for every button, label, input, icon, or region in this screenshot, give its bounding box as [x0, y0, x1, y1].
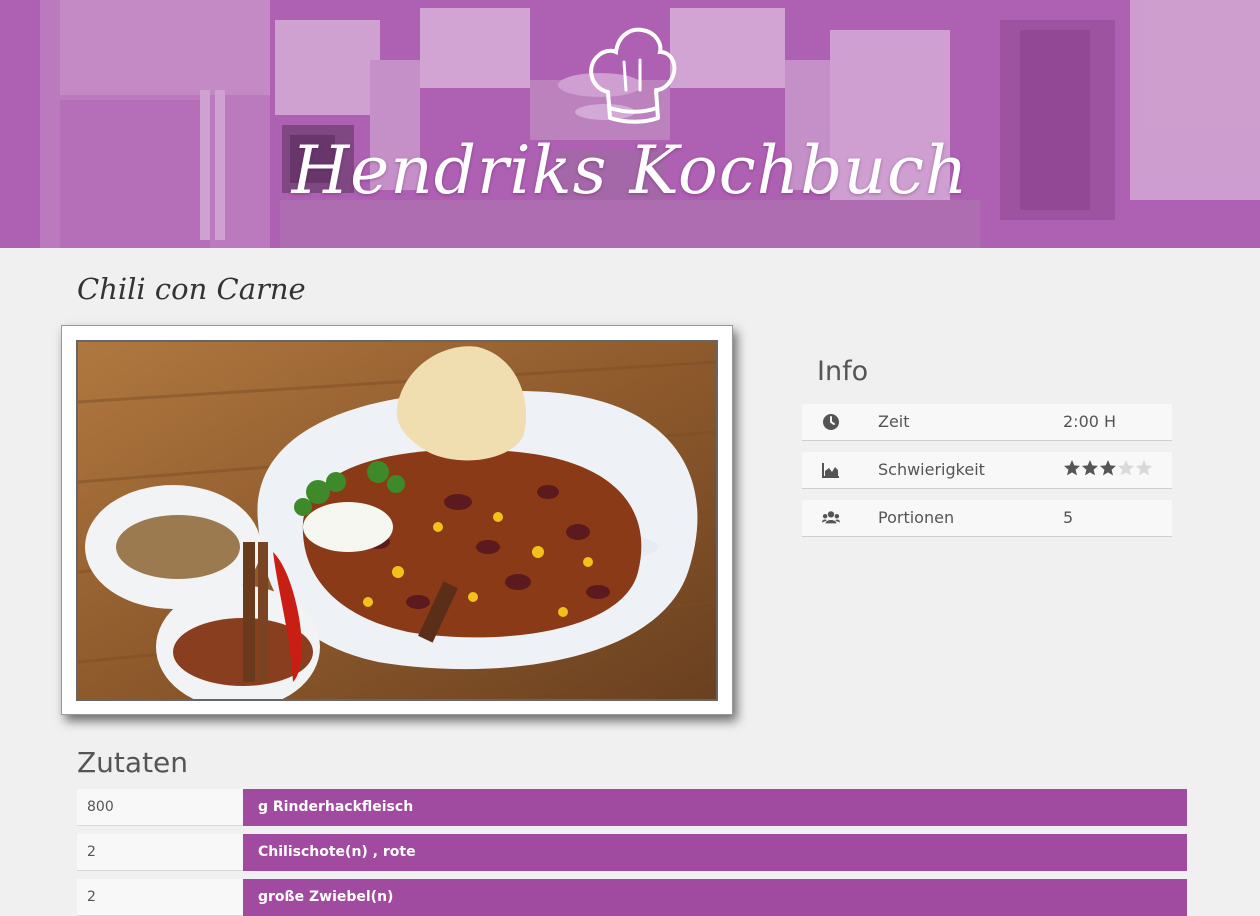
- difficulty-rating: [1063, 459, 1153, 479]
- ingredient-amount: 800: [77, 789, 243, 826]
- recipe-title: Chili con Carne: [77, 272, 306, 306]
- ingredient-name: große Zwiebel(n): [243, 879, 1187, 916]
- area-chart-icon: [822, 463, 839, 478]
- info-row-difficulty: Schwierigkeit: [802, 452, 1172, 489]
- info-row-servings: Portionen 5: [802, 500, 1172, 537]
- recipe-photo: [76, 340, 718, 701]
- recipe-photo-frame: [61, 325, 733, 715]
- ingredients-heading: Zutaten: [77, 746, 189, 779]
- ingredient-row: 2 große Zwiebel(n): [77, 879, 1187, 916]
- ingredient-amount: 2: [77, 834, 243, 871]
- star-empty-icon: [1136, 460, 1152, 476]
- info-heading: Info: [817, 356, 869, 387]
- star-empty-icon: [1118, 460, 1134, 476]
- info-value-servings: 5: [1063, 508, 1074, 527]
- info-label-time: Zeit: [878, 412, 910, 431]
- star-filled-icon: [1064, 460, 1080, 476]
- ingredient-name: g Rinderhackfleisch: [243, 789, 1187, 826]
- chili-dish-image: [78, 342, 716, 699]
- star-filled-icon: [1100, 460, 1116, 476]
- star-filled-icon: [1082, 460, 1098, 476]
- info-label-difficulty: Schwierigkeit: [878, 460, 985, 479]
- ingredient-row: 2 Chilischote(n) , rote: [77, 834, 1187, 871]
- ingredient-amount: 2: [77, 879, 243, 916]
- users-icon: [822, 511, 840, 524]
- info-value-time: 2:00 H: [1063, 412, 1117, 431]
- ingredient-name: Chilischote(n) , rote: [243, 834, 1187, 871]
- ingredient-row: 800 g Rinderhackfleisch: [77, 789, 1187, 826]
- info-label-servings: Portionen: [878, 508, 955, 527]
- header-banner: Hendriks Kochbuch: [0, 0, 1260, 248]
- chef-hat-icon: [589, 27, 677, 124]
- clock-icon: [823, 414, 839, 430]
- info-row-time: Zeit 2:00 H: [802, 404, 1172, 441]
- site-brand-title[interactable]: Hendriks Kochbuch: [0, 132, 1260, 209]
